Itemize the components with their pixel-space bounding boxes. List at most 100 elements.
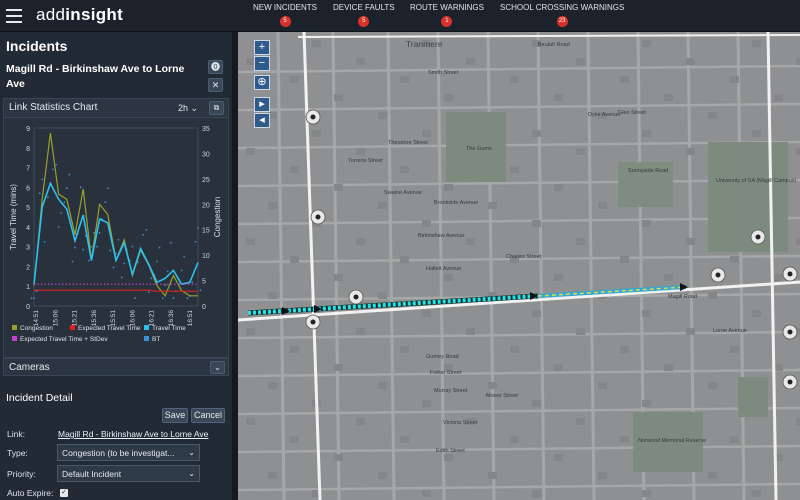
building: [444, 94, 453, 101]
bt-point: [79, 186, 82, 189]
bt-point: [65, 187, 68, 190]
building: [334, 364, 343, 371]
bt-point: [109, 249, 112, 252]
collapse-left-icon[interactable]: ◂: [254, 113, 270, 128]
map-label: Gurney Road: [426, 354, 459, 360]
building: [356, 238, 365, 245]
building: [290, 76, 299, 83]
school-crossing-icon-center: [787, 329, 793, 335]
building: [796, 58, 800, 65]
bt-point: [150, 277, 153, 280]
count-badge: 1: [441, 16, 453, 27]
building: [686, 148, 695, 155]
map-label: Charles Street: [506, 254, 542, 260]
building: [422, 130, 431, 137]
range-select[interactable]: 2h ⌄: [178, 103, 198, 114]
bt-point: [68, 173, 71, 176]
building: [532, 400, 541, 407]
chart-svg: 0 1 2 3 4 5 6 7 8 9 0 5 10 15 20 25 30 35 14:51 15:06 15:21 1…: [9, 126, 222, 343]
top-bar: addinsight NEW INCIDENTS 5 DEVICE FAULTS…: [0, 0, 800, 32]
building: [488, 202, 497, 209]
building: [334, 454, 343, 461]
legend-entry: Congestion: [20, 325, 53, 332]
incidents-sidebar: Incidents Magill Rd - Birkinshaw Ave to …: [0, 32, 232, 500]
building: [576, 418, 585, 425]
building: [620, 76, 629, 83]
building: [642, 220, 651, 227]
map-label: Hallett Avenue: [426, 266, 461, 272]
building: [576, 148, 585, 155]
type-value: Congestion (to be investigat...: [62, 448, 175, 458]
y2-tick-label: 30: [202, 151, 210, 158]
expand-right-icon[interactable]: ▸: [254, 97, 270, 112]
building: [642, 490, 651, 497]
building: [334, 274, 343, 281]
building: [400, 346, 409, 353]
nav-route-warnings[interactable]: ROUTE WARNINGS 1: [410, 3, 484, 27]
building: [708, 292, 717, 299]
map-canvas[interactable]: Tranmere Magill Road Beulah Road Dyke Avenu…: [238, 32, 800, 500]
minor-street: [736, 32, 746, 500]
map-label: Tranmere: [406, 39, 443, 49]
building: [356, 418, 365, 425]
building: [642, 400, 651, 407]
nav-new-incidents[interactable]: NEW INCIDENTS 5: [253, 3, 317, 27]
bt-point: [166, 270, 169, 273]
building: [400, 166, 409, 173]
building: [466, 238, 475, 245]
building: [268, 472, 277, 479]
cancel-button[interactable]: Cancel: [191, 408, 225, 423]
map-label: Torrens Street: [348, 158, 383, 164]
bt-point: [156, 260, 158, 263]
y2-tick-label: 35: [202, 126, 210, 133]
building: [400, 76, 409, 83]
type-select[interactable]: Congestion (to be investigat... ⌄: [57, 444, 200, 461]
y-tick-label: 9: [26, 126, 30, 133]
building: [774, 274, 783, 281]
bt-point: [106, 187, 109, 190]
priority-select[interactable]: Default Incident ⌄: [57, 465, 200, 482]
map-label: Brookside Avenue: [434, 200, 478, 206]
bt-point: [104, 201, 107, 204]
x-tick-label: 16:06: [129, 310, 136, 327]
cameras-label: Cameras: [9, 362, 50, 373]
auto-expire-checkbox[interactable]: ✓: [60, 489, 68, 497]
bt-point: [41, 178, 44, 181]
save-button[interactable]: Save: [162, 408, 188, 423]
building: [664, 364, 673, 371]
count-badge: 23: [556, 16, 568, 27]
y2-tick-label: 10: [202, 253, 210, 260]
bt-point: [172, 297, 175, 299]
building: [642, 40, 651, 47]
major-road: [297, 34, 800, 38]
building: [334, 94, 343, 101]
bt-point: [88, 259, 90, 262]
chevron-down-icon[interactable]: ⌄: [210, 361, 225, 374]
locate-icon[interactable]: ⊕: [254, 75, 270, 90]
building: [466, 328, 475, 335]
link-value[interactable]: Magill Rd - Birkinshaw Ave to Lorne Ave: [58, 429, 208, 439]
map-view[interactable]: Tranmere Magill Road Beulah Road Dyke Avenu…: [238, 32, 800, 500]
building: [686, 58, 695, 65]
zoom-in-button[interactable]: +: [254, 40, 270, 55]
count-badge: 5: [279, 16, 291, 27]
nav-school-crossing-warnings[interactable]: SCHOOL CROSSING WARNINGS 23: [500, 3, 624, 27]
popout-icon[interactable]: ⧉: [209, 101, 224, 115]
building: [400, 436, 409, 443]
nav-device-faults[interactable]: DEVICE FAULTS 5: [333, 3, 395, 27]
building: [422, 310, 431, 317]
building: [576, 58, 585, 65]
bt-point: [98, 231, 101, 234]
info-icon[interactable]: ⓿: [208, 60, 223, 74]
bt-point: [82, 248, 85, 251]
building: [334, 184, 343, 191]
building: [554, 454, 563, 461]
legend-swatch: [12, 336, 17, 341]
building: [246, 328, 255, 335]
zoom-out-button[interactable]: −: [254, 56, 270, 71]
legend-swatch: [12, 325, 17, 330]
close-icon[interactable]: ✕: [208, 78, 223, 92]
y2-tick-label: 20: [202, 202, 210, 209]
menu-icon[interactable]: [6, 9, 22, 23]
cameras-panel-header[interactable]: Cameras ⌄: [3, 358, 229, 376]
